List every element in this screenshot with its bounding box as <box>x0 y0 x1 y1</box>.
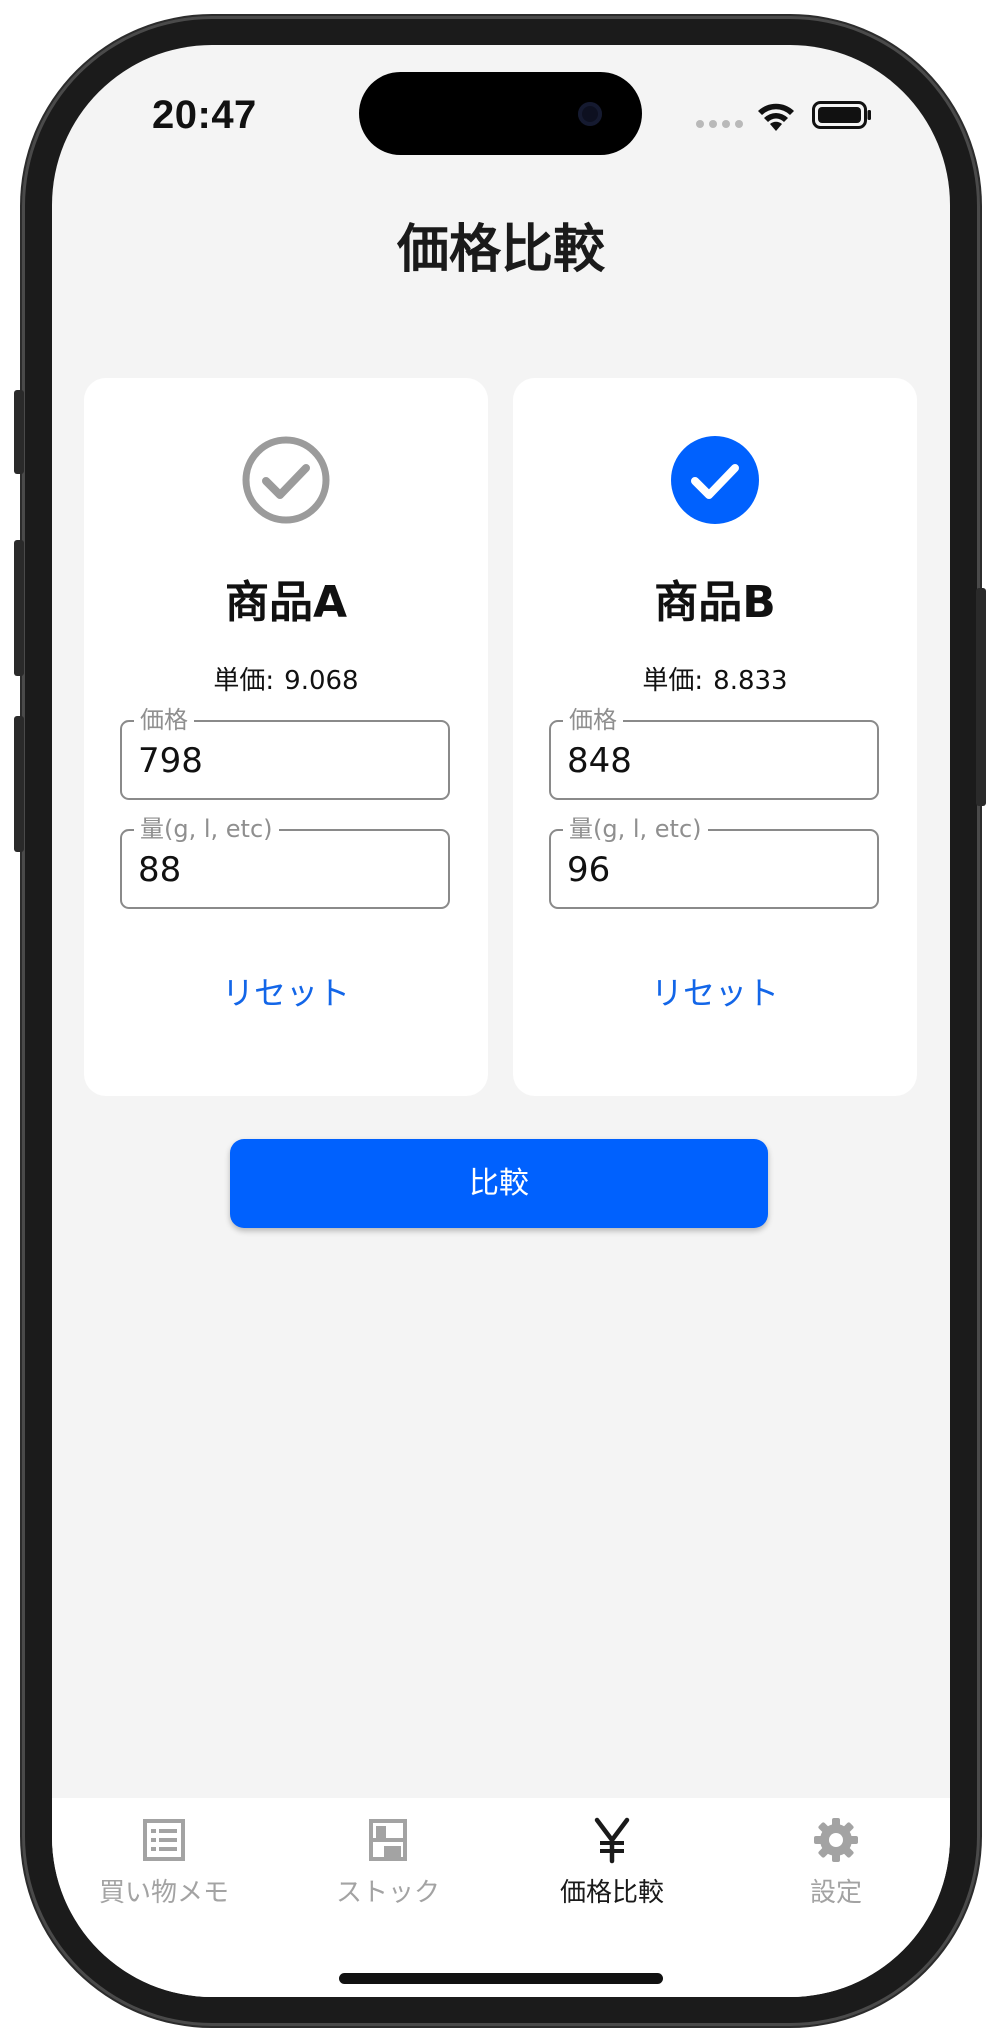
amount-input[interactable] <box>567 847 857 893</box>
compare-button[interactable]: 比較 <box>230 1139 768 1228</box>
tab-label: 設定 <box>809 1878 862 1908</box>
amount-input[interactable] <box>138 847 428 893</box>
price-field[interactable]: 価格 <box>549 705 879 800</box>
product-name: 商品B <box>654 577 776 628</box>
volume-up-button <box>14 540 24 676</box>
status-time: 20:47 <box>152 93 257 137</box>
tab-settings[interactable]: 設定 <box>724 1816 948 1909</box>
page-title: 価格比較 <box>396 220 605 280</box>
unit-price: 単価: 9.068 <box>84 660 488 697</box>
volume-down-button <box>14 716 24 852</box>
price-legend: 価格 <box>134 705 194 735</box>
tab-label: ストック <box>335 1878 440 1908</box>
action-button <box>14 390 24 474</box>
tab-shopping-list[interactable]: 買い物メモ <box>52 1816 276 1909</box>
unit-price-label: 単価: <box>213 666 275 696</box>
amount-legend: 量(g, l, etc) <box>563 814 708 844</box>
tab-price-compare[interactable]: 価格比較 <box>500 1816 724 1909</box>
product-name: 商品A <box>224 577 348 628</box>
price-input[interactable] <box>138 738 428 784</box>
unit-price-value: 9.068 <box>284 666 359 696</box>
tab-stock[interactable]: ストック <box>276 1816 500 1909</box>
unit-price-value: 8.833 <box>713 666 788 696</box>
battery-icon <box>812 101 871 129</box>
gear-icon <box>814 1818 858 1862</box>
price-legend: 価格 <box>563 705 623 735</box>
unit-price-label: 単価: <box>642 666 704 696</box>
amount-field[interactable]: 量(g, l, etc) <box>120 814 450 909</box>
unselected-check-icon[interactable] <box>241 435 331 525</box>
product-card-a: 商品A 単価: 9.068 価格 量(g, l, etc) リセット <box>84 378 488 1096</box>
cellular-signal-icon <box>696 120 743 128</box>
reset-button[interactable]: リセット <box>513 968 917 1014</box>
home-indicator[interactable] <box>339 1973 663 1984</box>
tab-label: 買い物メモ <box>98 1878 229 1908</box>
price-input[interactable] <box>567 738 857 784</box>
price-field[interactable]: 価格 <box>120 705 450 800</box>
tab-label: 価格比較 <box>559 1878 664 1908</box>
wifi-icon <box>758 103 794 131</box>
amount-legend: 量(g, l, etc) <box>134 814 279 844</box>
shelf-icon <box>369 1819 407 1861</box>
selected-check-icon[interactable] <box>670 435 760 525</box>
power-button <box>976 588 986 806</box>
reset-button[interactable]: リセット <box>84 968 488 1014</box>
yen-icon <box>594 1817 630 1864</box>
dynamic-island <box>359 72 642 155</box>
amount-field[interactable]: 量(g, l, etc) <box>549 814 879 909</box>
list-icon <box>143 1819 185 1861</box>
unit-price: 単価: 8.833 <box>513 660 917 697</box>
app-screen: 20:47 価格比較 商品A 単価:9.068 価格 量(g, l, etc) <box>52 45 950 1997</box>
tab-bar: 買い物メモ ストック 価格比較 設定 <box>52 1798 950 1997</box>
camera-icon <box>578 102 602 126</box>
product-card-b: 商品B 単価: 8.833 価格 量(g, l, etc) リセット <box>513 378 917 1096</box>
